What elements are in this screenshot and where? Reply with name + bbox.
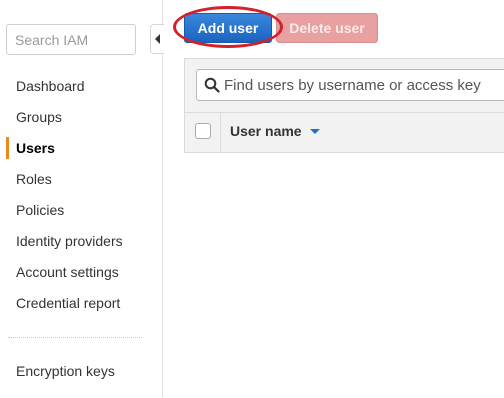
sidebar-item-credential-report[interactable]: Credential report [0, 290, 160, 316]
select-all-checkbox[interactable] [195, 123, 211, 139]
search-icon [204, 77, 220, 93]
delete-user-button[interactable]: Delete user [276, 13, 378, 43]
sidebar-item-dashboard[interactable]: Dashboard [0, 73, 160, 99]
sidebar-item-roles[interactable]: Roles [0, 166, 160, 192]
sidebar-divider [8, 337, 142, 338]
sidebar-collapse-button[interactable] [150, 24, 164, 54]
column-separator [220, 113, 221, 152]
chevron-left-icon [155, 34, 160, 44]
sidebar-item-users[interactable]: Users [0, 135, 160, 161]
iam-console: Dashboard Groups Users Roles Policies Id… [0, 0, 504, 398]
sidebar: Dashboard Groups Users Roles Policies Id… [0, 0, 163, 398]
column-header-user-name[interactable]: User name [230, 123, 320, 139]
user-filter-box[interactable] [196, 69, 504, 101]
sidebar-search-box[interactable] [6, 24, 136, 55]
sidebar-item-identity-providers[interactable]: Identity providers [0, 228, 160, 254]
sidebar-search-input[interactable] [15, 32, 127, 48]
sidebar-item-encryption-keys[interactable]: Encryption keys [0, 358, 160, 384]
add-user-button[interactable]: Add user [184, 13, 272, 43]
column-header-label: User name [230, 123, 302, 139]
sidebar-item-groups[interactable]: Groups [0, 104, 160, 130]
sort-descending-icon [309, 128, 320, 134]
sidebar-item-account-settings[interactable]: Account settings [0, 259, 160, 285]
sidebar-item-policies[interactable]: Policies [0, 197, 160, 223]
user-filter-input[interactable] [224, 76, 504, 94]
